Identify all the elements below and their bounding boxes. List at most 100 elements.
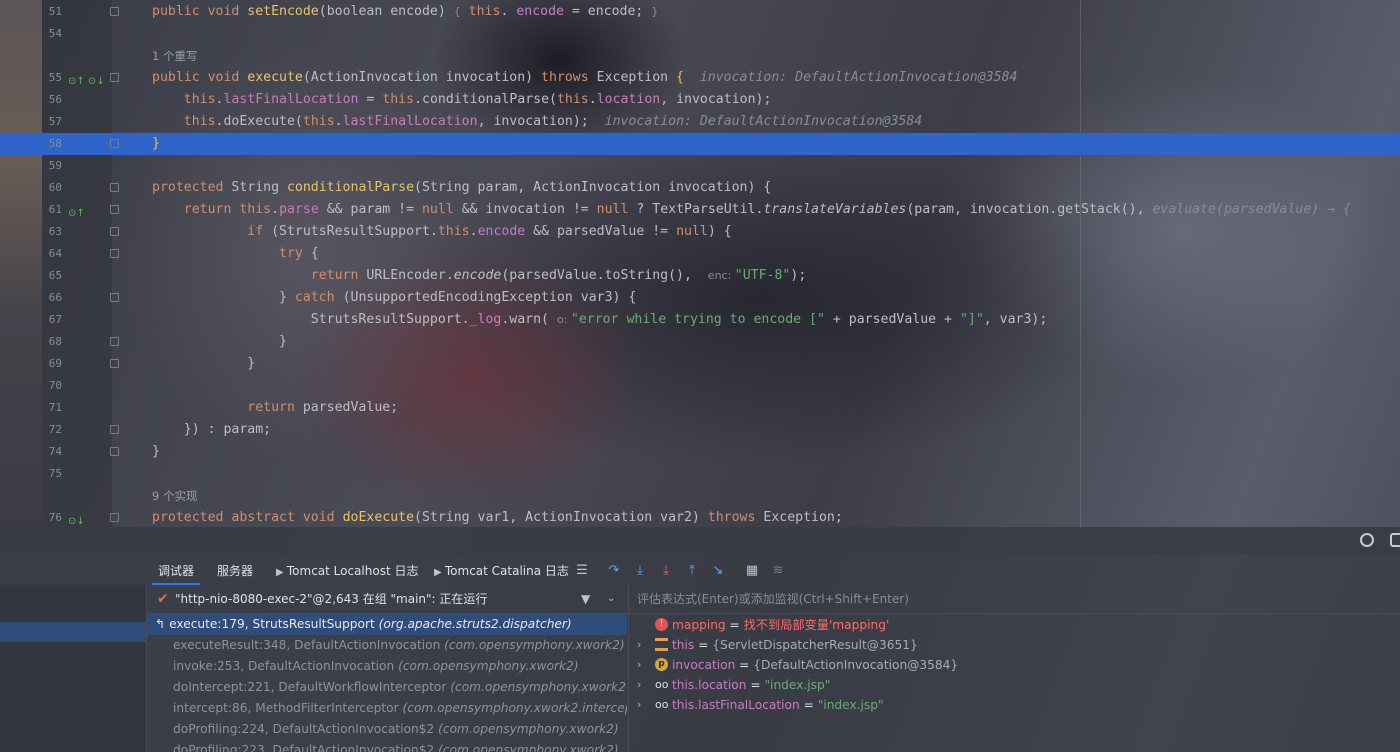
target-icon[interactable] [1360,533,1374,547]
step-over-icon[interactable]: ↷ [606,563,622,579]
chevron-right-icon[interactable]: › [637,655,641,675]
step-into-icon[interactable]: ⤓ [632,563,648,579]
code-text[interactable]: if (StrutsResultSupport.this.encode && p… [152,221,731,243]
code-line[interactable]: 64 try { [0,243,1400,265]
code-line[interactable]: 56 this.lastFinalLocation = this.conditi… [0,89,1400,111]
code-editor[interactable]: 51 public void setEncode(boolean encode) … [0,0,1400,527]
variable-row[interactable]: › this = {ServletDispatcherResult@3651} [629,635,1400,655]
chevron-right-icon[interactable]: › [637,695,641,715]
code-text[interactable]: public void setEncode(boolean encode) { … [152,1,658,23]
trace-icon[interactable]: ≋ [770,563,786,579]
line-number[interactable]: 57 [44,111,62,133]
code-text[interactable]: } catch (UnsupportedEncodingException va… [152,287,636,309]
line-number[interactable]: 55 [44,67,62,89]
code-line[interactable]: 55 ⊙↑ ⊙↓ public void execute(ActionInvocat… [0,67,1400,89]
code-text[interactable]: StrutsResultSupport._log.warn( o: "error… [152,309,1048,331]
tab-tomcat-catalina-log[interactable]: ▶ Tomcat Catalina 日志 [434,557,569,585]
line-number[interactable]: 69 [44,353,62,375]
code-line[interactable]: 58} [0,133,1400,155]
fold-marker-icon[interactable] [110,293,119,302]
line-number[interactable]: 59 [44,155,62,177]
code-line[interactable]: 59 [0,155,1400,177]
code-text[interactable]: return this.parse && param != null && in… [152,199,1351,221]
code-line[interactable]: 67 StrutsResultSupport._log.warn( o: "er… [0,309,1400,331]
line-number[interactable]: 58 [44,133,62,155]
code-text[interactable]: try { [152,243,319,265]
variable-row[interactable]: ! mapping = 找不到局部变量'mapping' [629,615,1400,635]
run-to-cursor-icon[interactable]: ↘ [710,563,726,579]
stack-frame[interactable]: ↰ execute:179, StrutsResultSupport (org.… [147,614,627,635]
stack-frame[interactable]: doProfiling:224, DefaultActionInvocation… [147,719,627,740]
line-number[interactable]: 60 [44,177,62,199]
code-line[interactable]: 76 ⊙↓ protected abstract void doExecute(St… [0,507,1400,529]
fold-marker-icon[interactable] [110,205,119,214]
code-text[interactable]: protected String conditionalParse(String… [152,177,771,199]
code-line[interactable]: 60 protected String conditionalParse(Stri… [0,177,1400,199]
code-line[interactable]: 74} [0,441,1400,463]
fold-marker-icon[interactable] [110,227,119,236]
chevron-right-icon[interactable]: › [637,635,641,655]
fold-marker-icon[interactable] [110,7,119,16]
code-text[interactable]: return parsedValue; [152,397,398,419]
line-number[interactable]: 71 [44,397,62,419]
code-line[interactable]: 63 if (StrutsResultSupport.this.encode &… [0,221,1400,243]
line-number[interactable]: 68 [44,331,62,353]
code-text[interactable]: }) : param; [152,419,271,441]
code-line[interactable]: 65 return URLEncoder.encode(parsedValue.… [0,265,1400,287]
fold-marker-icon[interactable] [110,359,119,368]
code-line[interactable]: 51 public void setEncode(boolean encode) … [0,1,1400,23]
code-line[interactable]: 1 个重写 [0,45,1400,67]
code-text[interactable]: public void execute(ActionInvocation inv… [152,67,1017,89]
fold-marker-icon[interactable] [110,447,119,456]
code-text[interactable]: protected abstract void doExecute(String… [152,507,843,529]
code-line[interactable]: 54 [0,23,1400,45]
thread-selector[interactable]: ✔ "http-nio-8080-exec-2"@2,643 在组 "main"… [147,585,627,614]
code-line[interactable]: 61 ⊙↑ return this.parse && param != null … [0,199,1400,221]
variable-row[interactable]: › oo this.location = "index.jsp" [629,675,1400,695]
code-line[interactable]: 69 } [0,353,1400,375]
line-number[interactable]: 63 [44,221,62,243]
code-line[interactable]: 66 } catch (UnsupportedEncodingException… [0,287,1400,309]
code-text[interactable]: this.doExecute(this.lastFinalLocation, i… [152,111,922,133]
stack-frame[interactable]: intercept:86, MethodFilterInterceptor (c… [147,698,627,719]
fold-marker-icon[interactable] [110,425,119,434]
line-number[interactable]: 75 [44,463,62,485]
line-number[interactable]: 64 [44,243,62,265]
line-number[interactable]: 51 [44,1,62,23]
tab-debugger[interactable]: 调试器 [151,557,201,585]
filter-icon[interactable]: ▼ [581,585,590,613]
chevron-down-icon[interactable]: ⌄ [607,585,615,613]
evaluate-expression-input[interactable]: 评估表达式(Enter)或添加监视(Ctrl+Shift+Enter) [629,585,1400,614]
code-text[interactable]: 9 个实现 [152,485,197,508]
stack-frame[interactable]: executeResult:348, DefaultActionInvocati… [147,635,627,656]
stack-frame[interactable]: invoke:253, DefaultActionInvocation (com… [147,656,627,677]
tab-tomcat-localhost-log[interactable]: ▶ Tomcat Localhost 日志 [276,557,419,585]
fold-marker-icon[interactable] [110,139,119,148]
code-text[interactable]: } [152,133,160,155]
code-line[interactable]: 9 个实现 [0,485,1400,507]
tab-services[interactable]: 服务器 [217,557,253,585]
stack-frame[interactable]: doIntercept:221, DefaultWorkflowIntercep… [147,677,627,698]
line-number[interactable]: 76 [44,507,62,529]
variable-row[interactable]: › oo this.lastFinalLocation = "index.jsp" [629,695,1400,715]
stack-frame[interactable]: doProfiling:223, DefaultActionInvocation… [147,740,627,752]
code-line[interactable]: 68 } [0,331,1400,353]
code-line[interactable]: 71 return parsedValue; [0,397,1400,419]
line-number[interactable]: 54 [44,23,62,45]
fold-marker-icon[interactable] [110,337,119,346]
chevron-right-icon[interactable]: › [637,675,641,695]
line-number[interactable]: 72 [44,419,62,441]
code-text[interactable]: 1 个重写 [152,45,197,68]
code-text[interactable]: } [152,441,160,463]
code-text[interactable]: return URLEncoder.encode(parsedValue.toS… [152,265,806,287]
step-out-icon[interactable]: ⤒ [684,563,700,579]
line-number[interactable]: 56 [44,89,62,111]
fold-marker-icon[interactable] [110,249,119,258]
code-line[interactable]: 57 this.doExecute(this.lastFinalLocation… [0,111,1400,133]
code-line[interactable]: 70 [0,375,1400,397]
code-text[interactable]: } [152,353,255,375]
evaluate-icon[interactable]: ▦ [744,563,760,579]
code-line[interactable]: 72 }) : param; [0,419,1400,441]
fold-marker-icon[interactable] [110,73,119,82]
code-line[interactable]: 75 [0,463,1400,485]
